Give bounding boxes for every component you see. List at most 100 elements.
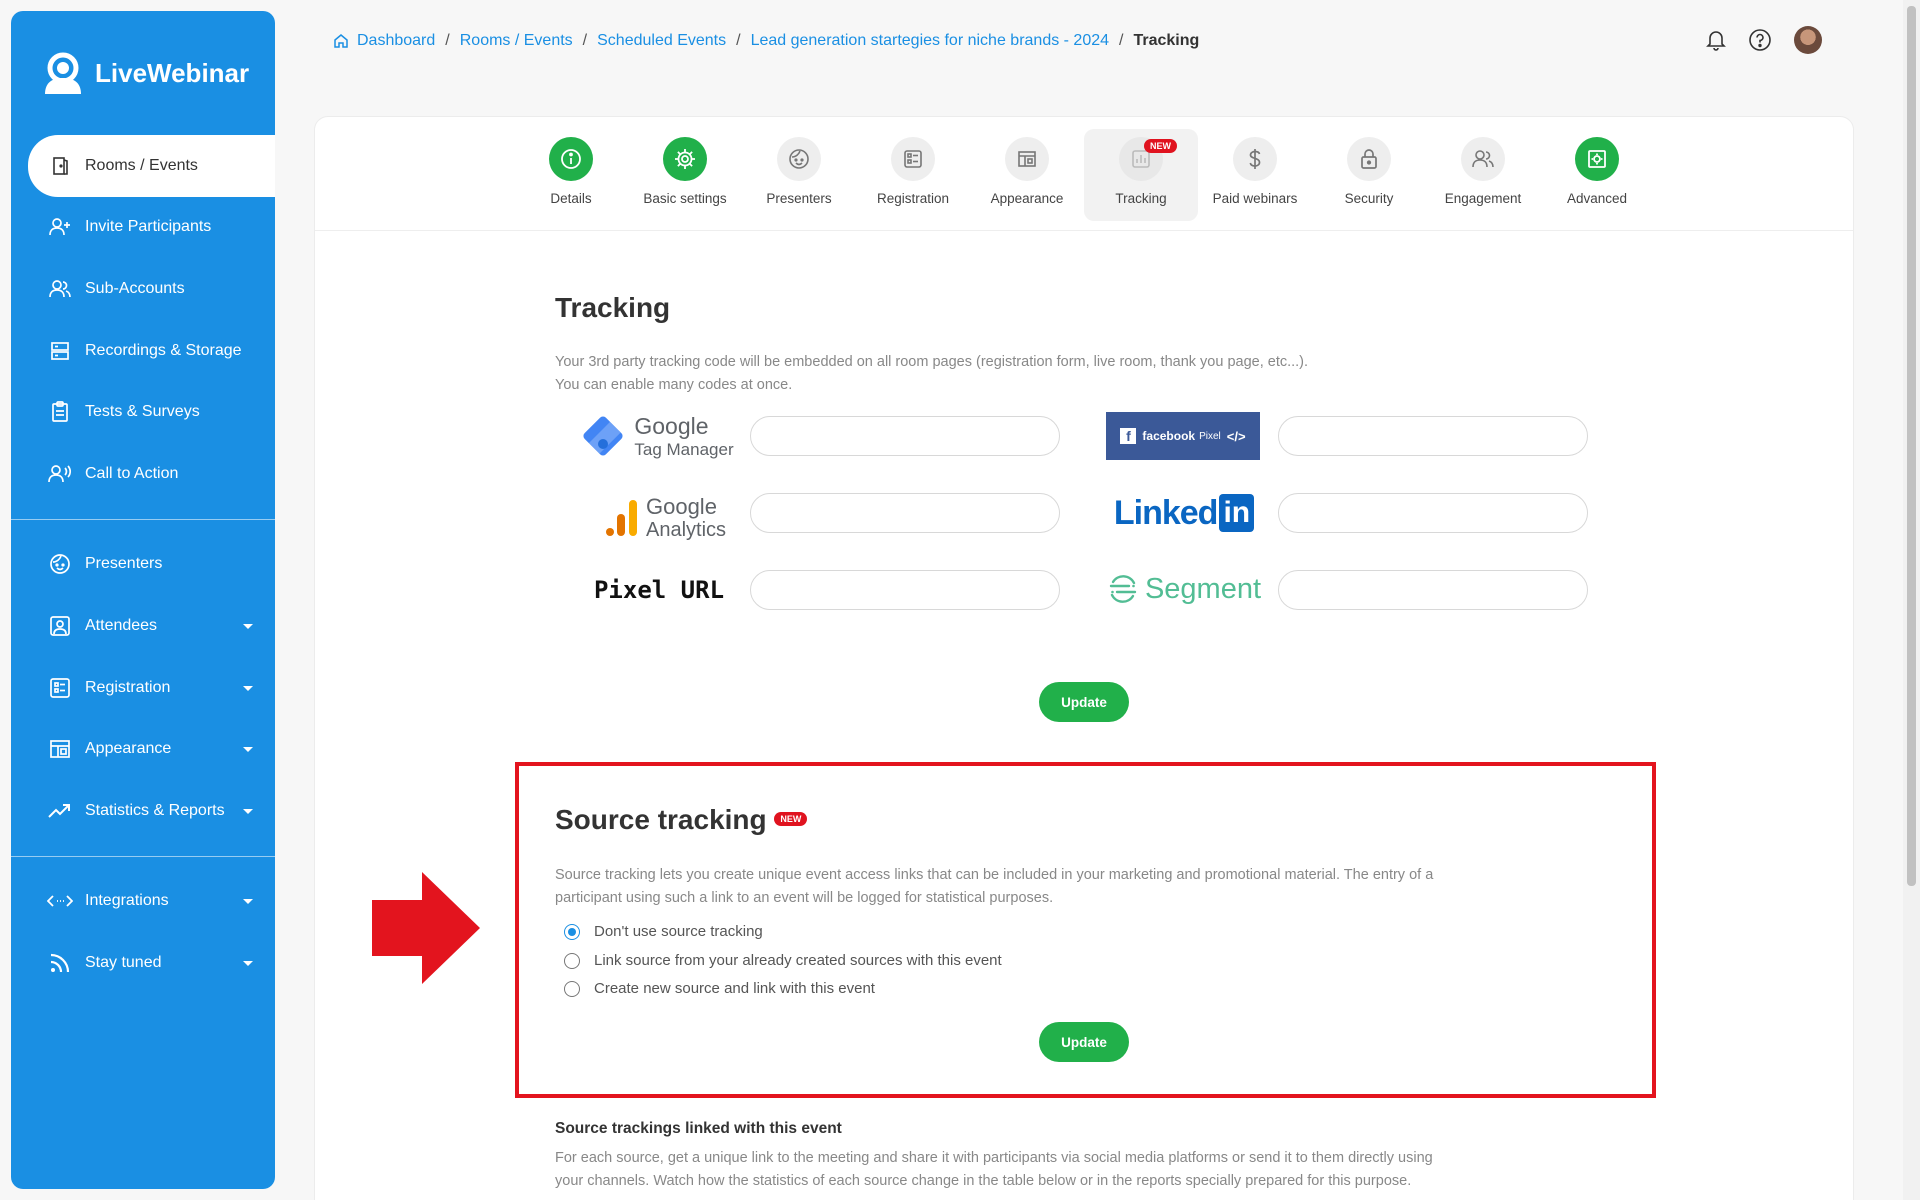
breadcrumb-scheduled-events[interactable]: Scheduled Events [597,32,726,50]
facebook-logo-pixel: Pixel [1199,430,1221,442]
code-icon: </> [1226,428,1246,444]
help-icon[interactable] [1748,28,1772,52]
tab-details[interactable]: Details [514,129,628,221]
linkedin-logo-text: Linked [1113,493,1219,532]
radio-button[interactable] [564,980,580,997]
code-arrows-icon [47,888,73,914]
tab-presenters[interactable]: Presenters [742,129,856,221]
sidebar-nav-extra: Integrations Stay tuned [11,871,275,994]
tab-security[interactable]: Security [1312,129,1426,221]
source-option-dont-use[interactable]: Don't use source tracking [564,923,763,940]
tab-tracking[interactable]: NEW Tracking [1084,129,1198,221]
bell-icon[interactable] [1706,29,1726,51]
registration-icon [47,675,73,701]
breadcrumb-current: Tracking [1133,32,1200,49]
avatar[interactable] [1794,26,1822,54]
tab-paid-webinars[interactable]: Paid webinars [1198,129,1312,221]
radio-label: Don't use source tracking [594,923,763,940]
breadcrumb-separator: / [445,32,450,49]
tab-label: Tracking [1115,191,1167,206]
chevron-down-icon [243,747,253,753]
sidebar-nav-event: Presenters Attendees Registration Appear… [11,534,275,842]
pixel-url-input[interactable] [750,570,1060,610]
source-tracking-update-button[interactable]: Update [1039,1022,1129,1062]
linkedin-input[interactable] [1278,493,1588,533]
sidebar-item-call-to-action[interactable]: Call to Action [11,443,275,505]
tab-registration[interactable]: Registration [856,129,970,221]
breadcrumb-event-name[interactable]: Lead generation startegies for niche bra… [751,32,1109,50]
google-analytics-input[interactable] [750,493,1060,533]
rss-icon [47,950,73,976]
segment-input[interactable] [1278,570,1588,610]
sidebar-item-registration[interactable]: Registration [11,657,275,719]
tab-label: Engagement [1444,191,1522,206]
source-option-create-new[interactable]: Create new source and link with this eve… [564,980,875,997]
registration-icon [891,137,935,181]
source-tracking-description-line2: participant using such a link to an even… [555,890,1054,906]
gtm-code-input[interactable] [750,416,1060,456]
scrollbar-thumb[interactable] [1907,6,1916,886]
radio-button[interactable] [564,923,580,940]
tab-label: Paid webinars [1212,191,1298,206]
tracking-description-line2: You can enable many codes at once. [555,377,793,393]
sidebar-item-label: Attendees [85,616,158,634]
sidebar-nav-main: Rooms / Events Invite Participants Sub-A… [11,135,275,505]
chevron-down-icon [243,685,253,691]
brand-name: LiveWebinar [95,57,250,88]
sidebar-divider [11,855,275,857]
gtm-logo-line2: Tag Manager [634,439,734,459]
sidebar-item-rooms-events[interactable]: Rooms / Events [28,135,275,197]
settings-tabs: Details Basic settings Presenters Regist… [315,117,1853,231]
tab-engagement[interactable]: Engagement [1426,129,1540,221]
tab-appearance[interactable]: Appearance [970,129,1084,221]
source-tracking-title: Source tracking NEW [555,804,808,836]
tab-basic-settings[interactable]: Basic settings [628,129,742,221]
linked-sources-description-line2: your channels. Watch how the statistics … [555,1173,1412,1189]
breadcrumb-rooms-events[interactable]: Rooms / Events [460,32,573,50]
linkedin-in-icon: in [1219,494,1255,532]
tab-advanced[interactable]: Advanced [1540,129,1654,221]
sidebar-item-attendees[interactable]: Attendees [11,595,275,657]
google-tag-manager-logo: Google Tag Manager [576,408,736,464]
info-icon [549,137,593,181]
sidebar-item-tests-surveys[interactable]: Tests & Surveys [11,381,275,443]
users-icon [47,276,73,302]
segment-logo-text: Segment [1144,572,1262,605]
tab-label: Advanced [1566,191,1628,206]
sidebar-item-presenters[interactable]: Presenters [11,534,275,596]
breadcrumb-separator: / [1119,32,1124,49]
sidebar-item-recordings-storage[interactable]: Recordings & Storage [11,320,275,382]
tab-label: Basic settings [643,191,727,206]
facebook-f-icon: f [1120,428,1137,444]
sidebar-item-appearance[interactable]: Appearance [11,718,275,780]
presenter-face-icon [47,551,73,577]
sidebar-item-statistics-reports[interactable]: Statistics & Reports [11,780,275,842]
chevron-down-icon [243,623,253,629]
sidebar-item-label: Stay tuned [85,953,162,971]
sidebar-item-stay-tuned[interactable]: Stay tuned [11,932,275,994]
sidebar: LiveWebinar Rooms / Events Invite Partic… [11,11,275,1189]
facebook-pixel-input[interactable] [1278,416,1588,456]
sidebar-item-label: Call to Action [85,464,179,482]
sidebar-item-invite-participants[interactable]: Invite Participants [11,197,275,259]
tab-label: Registration [876,191,950,206]
sidebar-item-sub-accounts[interactable]: Sub-Accounts [11,258,275,320]
chevron-down-icon [243,899,253,905]
sidebar-item-label: Appearance [85,740,172,758]
sidebar-item-label: Tests & Surveys [85,403,200,421]
attendees-icon [47,613,73,639]
page-scrollbar[interactable] [1903,0,1920,1200]
sidebar-item-integrations[interactable]: Integrations [11,871,275,933]
source-option-link-existing[interactable]: Link source from your already created so… [564,952,1002,969]
chevron-down-icon [243,960,253,966]
home-icon[interactable] [333,33,349,49]
advanced-icon [1575,137,1619,181]
breadcrumb-dashboard[interactable]: Dashboard [357,32,435,50]
linkedin-logo: Linked in [1104,492,1264,534]
brand-logo[interactable]: LiveWebinar [11,11,275,135]
presenter-face-icon [777,137,821,181]
radio-button[interactable] [564,952,580,969]
sidebar-item-label: Recordings & Storage [85,341,242,359]
sidebar-item-label: Integrations [85,892,169,910]
tracking-update-button[interactable]: Update [1039,682,1129,722]
